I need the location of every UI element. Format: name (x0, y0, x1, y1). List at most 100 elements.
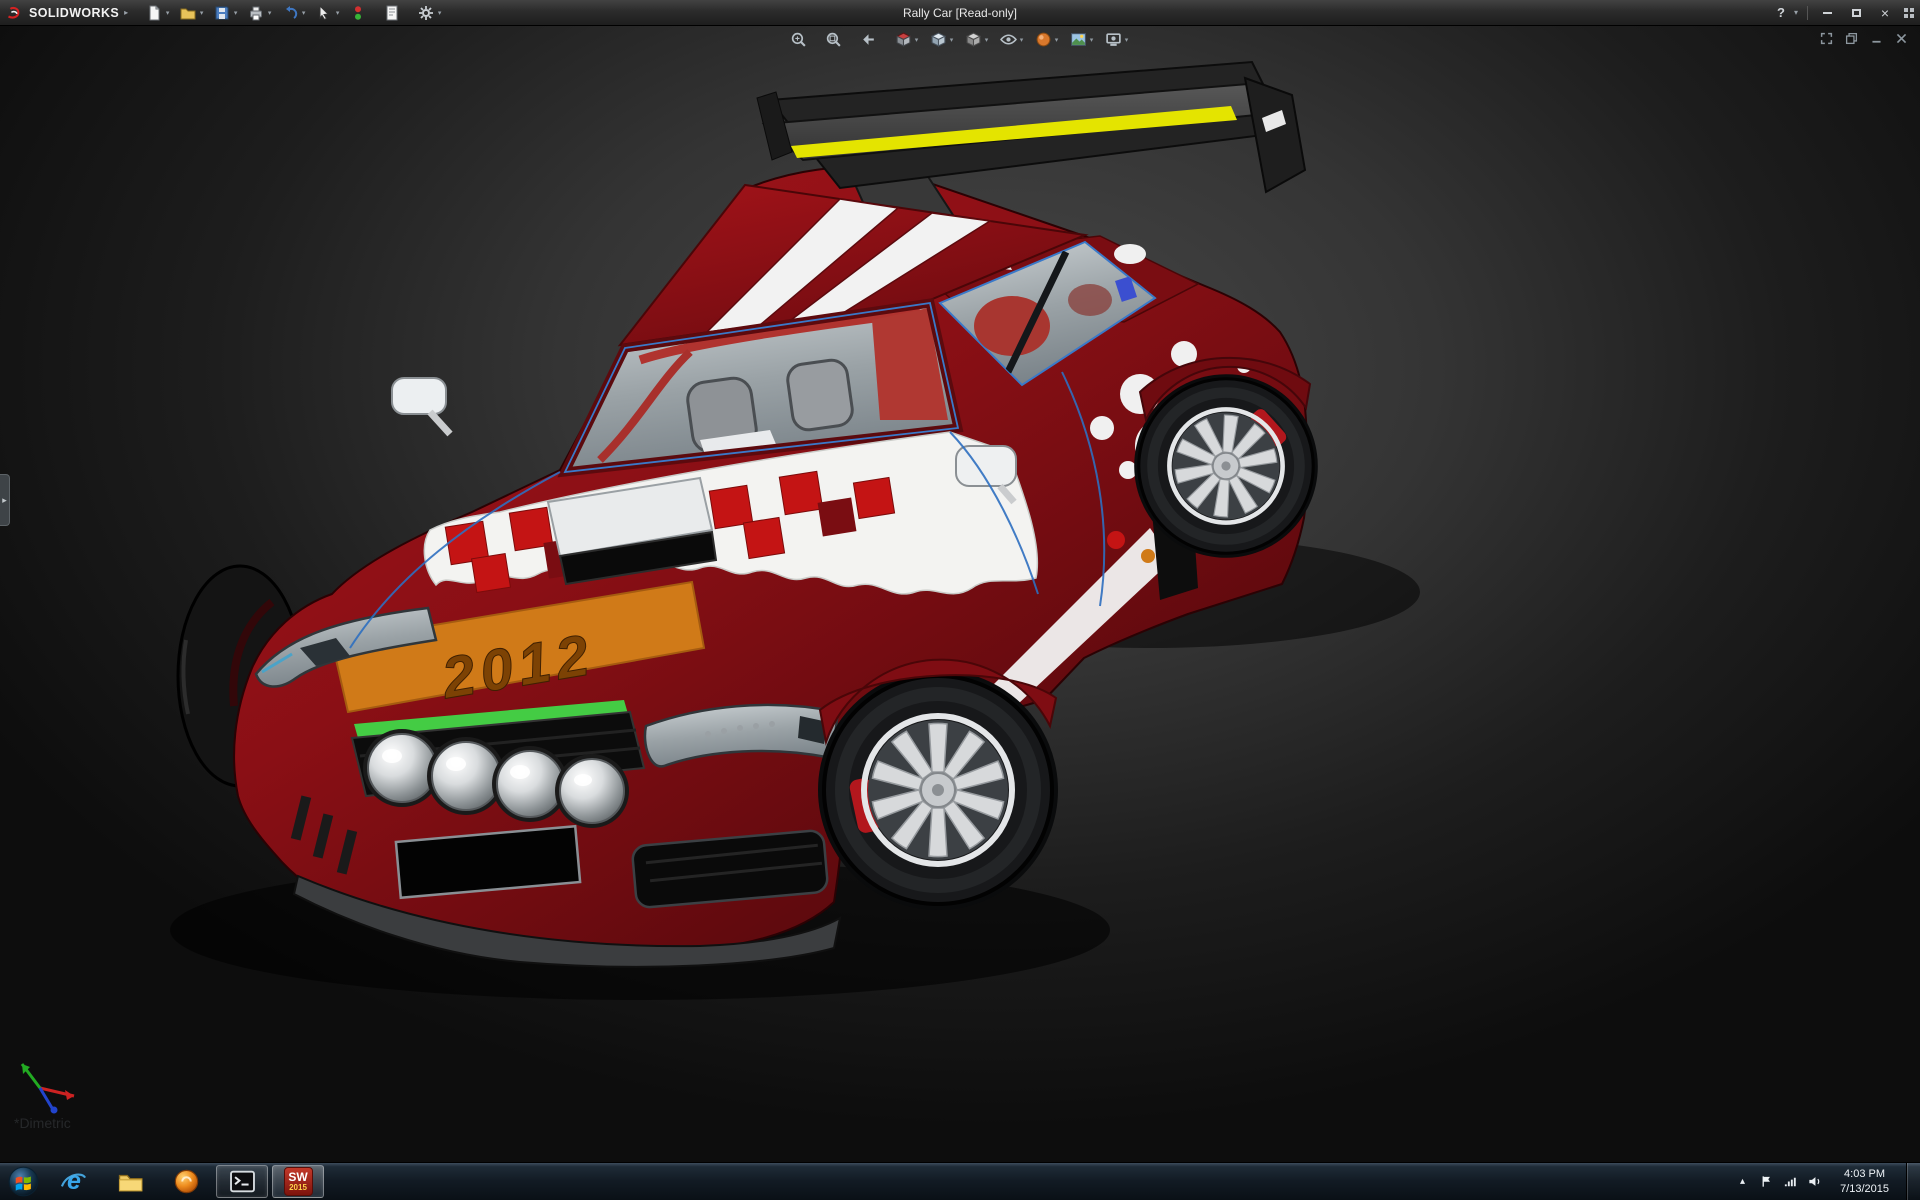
show-hidden-icons-button[interactable]: ▴ (1734, 1170, 1751, 1194)
help-caret-icon[interactable]: ▾ (1794, 8, 1798, 17)
speaker-icon (1807, 1174, 1822, 1189)
hud-glyph (860, 31, 877, 48)
hud-glyph (1035, 31, 1052, 48)
doc-control-glyph (1895, 32, 1908, 45)
hud-glyph (930, 31, 947, 48)
options-button[interactable]: ▾ (414, 3, 447, 23)
flag-icon (1759, 1174, 1774, 1189)
view-settings-button[interactable]: ▾ (1102, 29, 1133, 50)
tool-glyph (146, 5, 162, 21)
dropdown-caret-icon: ▾ (198, 9, 205, 17)
tool-glyph (350, 5, 366, 21)
volume-icon[interactable] (1806, 1170, 1823, 1194)
orientation-triad (22, 1064, 74, 1114)
brand-name: SOLIDWORKS (29, 6, 119, 20)
dropdown-caret-icon: ▾ (300, 9, 307, 17)
quick-access-toolbar: ▾ ▾ ▾ ▾ ▾ ▾ (142, 3, 447, 23)
doc-minimize-button[interactable] (1870, 32, 1883, 48)
help-button[interactable]: ? (1777, 5, 1785, 20)
doc-restore-button[interactable] (1845, 32, 1858, 48)
dropdown-caret-icon: ▾ (436, 9, 443, 17)
doc-close-button[interactable] (1895, 32, 1908, 48)
undo-button[interactable]: ▾ (278, 3, 311, 23)
taskbar-media-button[interactable] (160, 1165, 212, 1198)
tool-glyph (248, 5, 264, 21)
windows-taskbar: e SW 2015 ▴ 4:03 PM 7/13/2015 (0, 1162, 1920, 1200)
rally-car-model[interactable]: 2012 (170, 62, 1420, 1000)
edit-appearance-button[interactable]: ▾ (1032, 29, 1063, 50)
dropdown-caret-icon: ▾ (1053, 36, 1060, 44)
dropdown-caret-icon: ▾ (266, 9, 273, 17)
network-bars-icon (1783, 1174, 1798, 1189)
solidworks-logo-icon (6, 4, 24, 22)
taskbar-console-button[interactable] (216, 1165, 268, 1198)
tool-glyph (214, 5, 230, 21)
close-button[interactable]: × (1875, 5, 1895, 21)
previous-view-button[interactable] (857, 29, 888, 50)
graphics-area[interactable]: ▾ ▾ ▾ ▾ ▾ ▾ (0, 26, 1920, 1162)
maximize-button[interactable] (1846, 5, 1866, 21)
titlebar-controls: ? ▾ × (1777, 5, 1914, 21)
apply-scene-button[interactable]: ▾ (1067, 29, 1098, 50)
display-style-button[interactable]: ▾ (962, 29, 993, 50)
solidworks-app-icon: SW 2015 (284, 1167, 313, 1196)
dropdown-caret-icon: ▾ (334, 9, 341, 17)
start-button[interactable] (6, 1165, 40, 1199)
app-titlebar: SOLIDWORKS ▸ ▾ ▾ ▾ ▾ (0, 0, 1920, 26)
doc-control-glyph (1870, 32, 1883, 45)
hud-glyph (1105, 31, 1122, 48)
section-view-button[interactable]: ▾ (892, 29, 923, 50)
dropdown-caret-icon: ▾ (948, 36, 955, 44)
new-document-button[interactable]: ▾ (142, 3, 175, 23)
print-button[interactable]: ▾ (244, 3, 277, 23)
tool-glyph (282, 5, 298, 21)
ie-orbit-ring (60, 1168, 87, 1195)
taskbar-explorer-button[interactable] (104, 1165, 156, 1198)
zoom-to-area-button[interactable] (822, 29, 853, 50)
select-button[interactable]: ▾ (312, 3, 345, 23)
rebuild-button[interactable] (346, 3, 379, 23)
dropdown-caret-icon: ▾ (1123, 36, 1130, 44)
clock-date: 7/13/2015 (1840, 1182, 1889, 1196)
model-canvas[interactable]: 2012 (0, 26, 1920, 1162)
dropdown-caret-icon: ▾ (232, 9, 239, 17)
doc-expand-button[interactable] (1820, 32, 1833, 48)
clock-time: 4:03 PM (1844, 1167, 1885, 1181)
hud-glyph (895, 31, 912, 48)
console-icon (229, 1168, 256, 1195)
heads-up-view-toolbar: ▾ ▾ ▾ ▾ ▾ ▾ (787, 29, 1133, 50)
minimize-button[interactable] (1817, 5, 1837, 21)
feature-panel-expand-tab[interactable]: ▸ (0, 474, 10, 526)
sw-logo-text: SW (288, 1171, 307, 1184)
folder-icon (117, 1168, 144, 1195)
hud-glyph (825, 31, 842, 48)
open-button[interactable]: ▾ (176, 3, 209, 23)
dropdown-caret-icon: ▾ (164, 9, 171, 17)
taskbar-clock[interactable]: 4:03 PM 7/13/2015 (1830, 1167, 1899, 1196)
hide-show-items-button[interactable]: ▾ (997, 29, 1028, 50)
dropdown-caret-icon: ▾ (983, 36, 990, 44)
taskbar-ie-button[interactable]: e (48, 1165, 100, 1198)
hud-glyph (1000, 31, 1017, 48)
dropdown-caret-icon: ▾ (1018, 36, 1025, 44)
hud-glyph (965, 31, 982, 48)
zoom-to-fit-button[interactable] (787, 29, 818, 50)
windows-orb-icon (8, 1166, 39, 1197)
network-icon[interactable] (1782, 1170, 1799, 1194)
hud-glyph (790, 31, 807, 48)
front-wheel[interactable] (818, 670, 1058, 910)
media-player-icon (173, 1168, 200, 1195)
file-properties-button[interactable] (380, 3, 413, 23)
action-center-icon[interactable] (1758, 1170, 1775, 1194)
document-window-controls (1820, 32, 1908, 48)
show-desktop-button[interactable] (1906, 1163, 1920, 1200)
view-orientation-label: *Dimetric (14, 1115, 71, 1131)
resources-grid-icon[interactable] (1904, 8, 1914, 18)
titlebar-separator (1807, 6, 1808, 20)
brand-menu-caret-icon[interactable]: ▸ (124, 8, 128, 17)
save-button[interactable]: ▾ (210, 3, 243, 23)
dropdown-caret-icon: ▾ (913, 36, 920, 44)
taskbar-solidworks-button[interactable]: SW 2015 (272, 1165, 324, 1198)
view-orientation-button[interactable]: ▾ (927, 29, 958, 50)
system-tray: ▴ 4:03 PM 7/13/2015 (1734, 1163, 1920, 1200)
